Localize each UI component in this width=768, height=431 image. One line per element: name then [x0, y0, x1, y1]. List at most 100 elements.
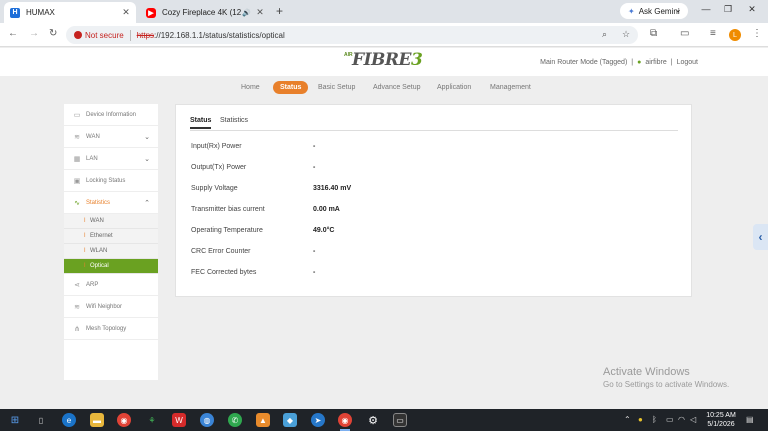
browser-tab-bar: H HUMAX ✕ ▶ Cozy Fireplace 4K (12 HOUR 🔊…	[0, 0, 768, 23]
forward-arrow-icon[interactable]: →	[29, 28, 39, 39]
chevron-up-icon[interactable]: ⌃	[624, 415, 631, 424]
speaker-icon[interactable]: 🔊	[242, 9, 251, 17]
close-tab-icon[interactable]: ✕	[254, 7, 266, 18]
row-label-bias-current: Transmitter bias current	[191, 206, 265, 213]
terminal-icon[interactable]: ▭	[393, 413, 407, 427]
notification-icon[interactable]: ▤	[746, 415, 754, 424]
status-sidebar: ▭ Device Information ≋ WAN ⌄ ▦ LAN ⌄ ▣ L…	[64, 104, 158, 380]
url-path: ://192.168.1.1/status/statistics/optical	[154, 30, 285, 40]
row-label-input-power: Input(Rx) Power	[191, 143, 242, 150]
app-blue-icon[interactable]: ◆	[283, 413, 297, 427]
tab-statistics[interactable]: Statistics	[220, 117, 248, 124]
vlc-icon[interactable]: ▲	[256, 413, 270, 427]
tab-humax[interactable]: H HUMAX ✕	[4, 2, 136, 23]
chart-line-icon: ∿	[74, 199, 80, 207]
restore-icon[interactable]: ❐	[718, 4, 738, 15]
nav-application[interactable]: Application	[437, 84, 471, 91]
wifi-icon: ≋	[74, 133, 80, 141]
edge-icon[interactable]: e	[62, 413, 76, 427]
sidebar-subitem-label: WLAN	[90, 248, 108, 254]
sidebar-item-arp[interactable]: ⋖ ARP	[64, 274, 158, 296]
extensions-icon[interactable]: ⧉	[650, 28, 657, 39]
nav-management[interactable]: Management	[490, 84, 531, 91]
watermark-title: Activate Windows	[603, 366, 690, 378]
bullet-icon: ǀ	[84, 233, 86, 239]
back-arrow-icon[interactable]: ←	[8, 28, 18, 39]
sidebar-subitem-label: Ethernet	[90, 233, 113, 239]
new-tab-plus-icon[interactable]: +	[276, 4, 283, 18]
clock-date: 5/1/2026	[707, 421, 735, 428]
app-green-icon[interactable]: ⚘	[145, 413, 159, 427]
sidebar-item-label: Wifi Neighbor	[86, 303, 123, 310]
reload-icon[interactable]: ↻	[49, 28, 57, 39]
warning-icon	[74, 31, 82, 39]
nav-status[interactable]: Status	[273, 81, 309, 94]
sidebar-item-wifi-neighbor[interactable]: ≋ Wifi Neighbor	[64, 296, 158, 318]
sidebar-item-locking-status[interactable]: ▣ Locking Status	[64, 170, 158, 192]
sidebar-item-lan[interactable]: ▦ LAN ⌄	[64, 148, 158, 170]
task-view-icon[interactable]: ▯	[34, 413, 48, 427]
nav-advance-setup[interactable]: Advance Setup	[373, 84, 420, 91]
sidebar-item-label: Device Information	[86, 111, 137, 118]
bookmark-star-icon[interactable]: ☆	[622, 29, 630, 40]
router-header: AIR FIBRE3 Main Router Mode (Tagged) | ●…	[0, 48, 768, 76]
profile-avatar[interactable]: L	[729, 29, 741, 41]
sidebar-item-wan[interactable]: ≋ WAN ⌄	[64, 126, 158, 148]
clock-time: 10:25 AM	[706, 412, 736, 419]
bluetooth-icon[interactable]: ᛒ	[652, 415, 657, 424]
sidebar-subitem-wan[interactable]: ǀ WAN	[64, 214, 158, 229]
laptop-icon: ▭	[73, 111, 81, 119]
chevron-left-icon[interactable]: ‹	[753, 224, 768, 250]
sidebar-item-label: LAN	[86, 155, 98, 162]
windows-start-icon[interactable]: ⊞	[8, 413, 22, 427]
menu-kebab-icon[interactable]: ⋮	[752, 28, 762, 39]
tab-status[interactable]: Status	[190, 117, 212, 129]
sidebar-subitem-ethernet[interactable]: ǀ Ethernet	[64, 229, 158, 244]
wifi-icon[interactable]: ◠	[678, 415, 685, 424]
sidebar-item-device-information[interactable]: ▭ Device Information	[64, 104, 158, 126]
sidebar-subitem-label: WAN	[90, 218, 104, 224]
sidebar-item-label: Statistics	[86, 199, 111, 206]
sidebar-subitem-optical[interactable]: ǀ Optical	[64, 259, 158, 274]
humax-favicon-icon: H	[10, 7, 20, 18]
windows-taskbar: ⊞ ▯ e ▬ ◉ ⚘ W ◍ ✆ ▲ ◆ ➤ ◉ ⚙ ▭ ⌃ ● ᛒ ▭ ◠ …	[0, 409, 768, 431]
telegram-icon[interactable]: ➤	[311, 413, 325, 427]
sidebar-subitem-wlan[interactable]: ǀ WLAN	[64, 244, 158, 259]
row-value-supply-voltage: 3316.40 mV	[313, 185, 352, 192]
activate-windows-watermark: Activate Windows Go to Settings to activ…	[603, 366, 729, 389]
sidebar-item-mesh-topology[interactable]: ⋔ Mesh Topology	[64, 318, 158, 340]
sidebar-item-statistics[interactable]: ∿ Statistics ⌃	[64, 192, 158, 214]
close-window-icon[interactable]: ✕	[742, 4, 762, 15]
sidebar-item-label: WAN	[86, 133, 100, 140]
not-secure-indicator[interactable]: Not secure	[74, 31, 124, 40]
chevron-down-icon: ⌄	[144, 155, 150, 163]
tab-search-icon[interactable]: ≡	[710, 28, 716, 39]
share-icon: ⋖	[74, 281, 80, 289]
logo-text: FIBRE	[352, 50, 411, 70]
system-clock[interactable]: 10:25 AM 5/1/2026	[702, 411, 740, 429]
tab-title: Cozy Fireplace 4K (12 HOUR	[162, 8, 242, 17]
tray-app-icon[interactable]: ●	[638, 415, 643, 424]
close-tab-icon[interactable]: ✕	[120, 7, 132, 18]
address-bar[interactable]: Not secure https ://192.168.1.1/status/s…	[66, 26, 638, 44]
volume-icon[interactable]: ◁	[690, 415, 696, 424]
network-icon[interactable]: ▭	[666, 415, 674, 424]
tab-youtube[interactable]: ▶ Cozy Fireplace 4K (12 HOUR 🔊 ✕	[140, 2, 270, 23]
whatsapp-icon[interactable]: ✆	[228, 413, 242, 427]
wps-icon[interactable]: W	[172, 413, 186, 427]
nav-basic-setup[interactable]: Basic Setup	[318, 84, 355, 91]
youtube-favicon-icon: ▶	[146, 7, 156, 18]
chrome-icon[interactable]: ◉	[117, 413, 131, 427]
logout-link[interactable]: Logout	[677, 59, 698, 66]
zoom-icon[interactable]: ⌕	[602, 29, 607, 40]
globe-icon[interactable]: ◍	[200, 413, 214, 427]
topology-icon: ⋔	[74, 325, 80, 333]
bullet-icon: ǀ	[84, 218, 86, 224]
side-panel-icon[interactable]: ▭	[680, 28, 689, 39]
minimize-icon[interactable]: —	[696, 4, 716, 14]
file-explorer-icon[interactable]: ▬	[90, 413, 104, 427]
nav-home[interactable]: Home	[241, 84, 260, 91]
settings-gear-icon[interactable]: ⚙	[366, 413, 380, 427]
chrome-active-icon[interactable]: ◉	[338, 413, 352, 427]
chevron-down-icon[interactable]: ⌄	[668, 4, 688, 15]
